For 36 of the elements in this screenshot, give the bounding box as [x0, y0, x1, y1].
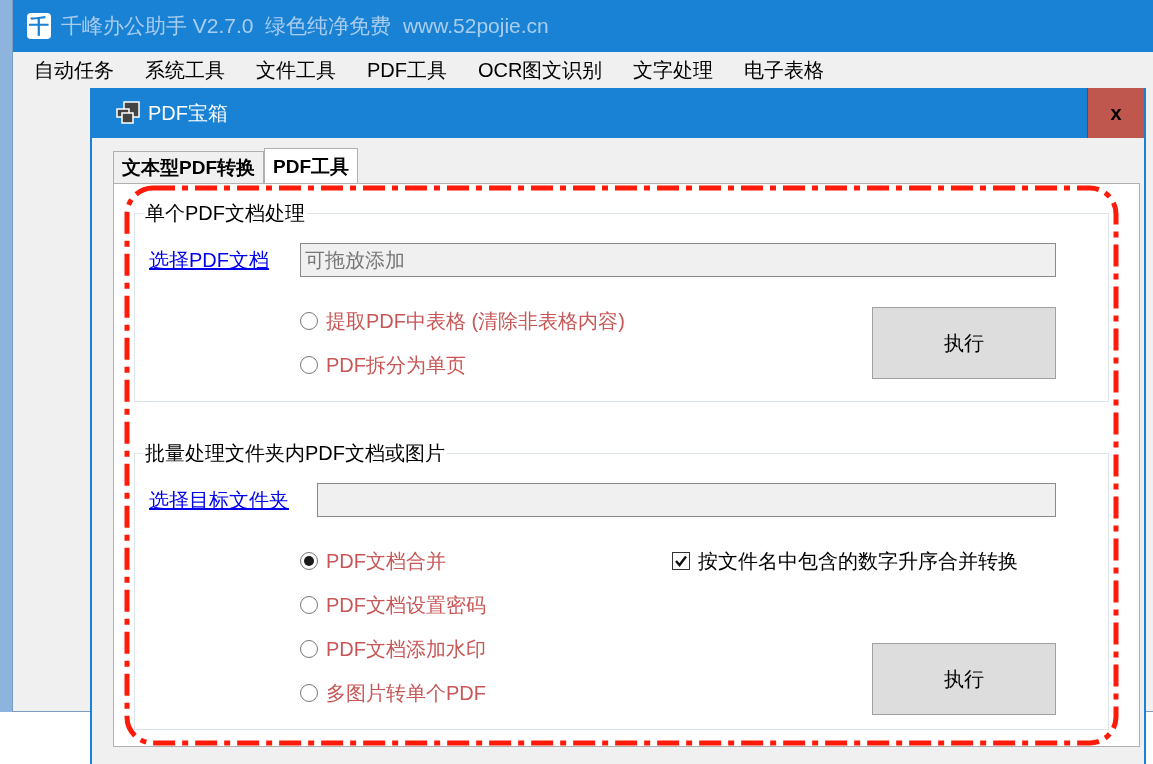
menu-item[interactable]: 文字处理: [633, 56, 745, 84]
select-link[interactable]: 选择目标文件夹: [149, 486, 289, 514]
path-field[interactable]: 可拖放添加: [300, 243, 1056, 277]
checkbox[interactable]: [672, 552, 690, 570]
option-label: PDF文档合并: [326, 548, 446, 574]
checkbox-label: 按文件名中包含的数字升序合并转换: [698, 548, 1018, 574]
radio-button[interactable]: [300, 356, 318, 374]
menu-item[interactable]: 自动任务: [34, 56, 145, 84]
radio-button[interactable]: [300, 640, 318, 658]
execute-button[interactable]: 执行: [872, 643, 1056, 715]
dialog-title: PDF宝箱: [148, 100, 229, 126]
tab[interactable]: 文本型PDF转换: [113, 151, 264, 183]
app-logo: 千: [27, 13, 51, 39]
option-label: 多图片转单个PDF: [326, 680, 486, 706]
tab[interactable]: PDF工具: [264, 148, 358, 184]
option-label: PDF文档添加水印: [326, 636, 486, 662]
radio-button[interactable]: [300, 684, 318, 702]
window-title: 千峰办公助手 V2.7.0 绿色纯净免费 www.52pojie.cn: [61, 13, 549, 39]
close-button[interactable]: x: [1087, 88, 1144, 138]
menu-item[interactable]: OCR图文识别: [478, 56, 634, 84]
radio-button[interactable]: [300, 552, 318, 570]
windows-icon: [116, 101, 140, 125]
path-field[interactable]: [317, 483, 1056, 517]
group-title: 单个PDF文档处理: [144, 201, 306, 226]
menu-item[interactable]: 电子表格: [744, 56, 856, 84]
group-title: 批量处理文件夹内PDF文档或图片: [144, 441, 446, 466]
select-link[interactable]: 选择PDF文档: [149, 246, 272, 274]
execute-button[interactable]: 执行: [872, 307, 1056, 379]
option-label: PDF文档设置密码: [326, 592, 486, 618]
menu-item[interactable]: PDF工具: [367, 56, 478, 84]
option-label: PDF拆分为单页: [326, 352, 466, 378]
radio-button[interactable]: [300, 312, 318, 330]
menu-item[interactable]: 文件工具: [256, 56, 367, 84]
menu-item[interactable]: 系统工具: [145, 56, 256, 84]
radio-button[interactable]: [300, 596, 318, 614]
option-label: 提取PDF中表格 (清除非表格内容): [326, 308, 625, 334]
